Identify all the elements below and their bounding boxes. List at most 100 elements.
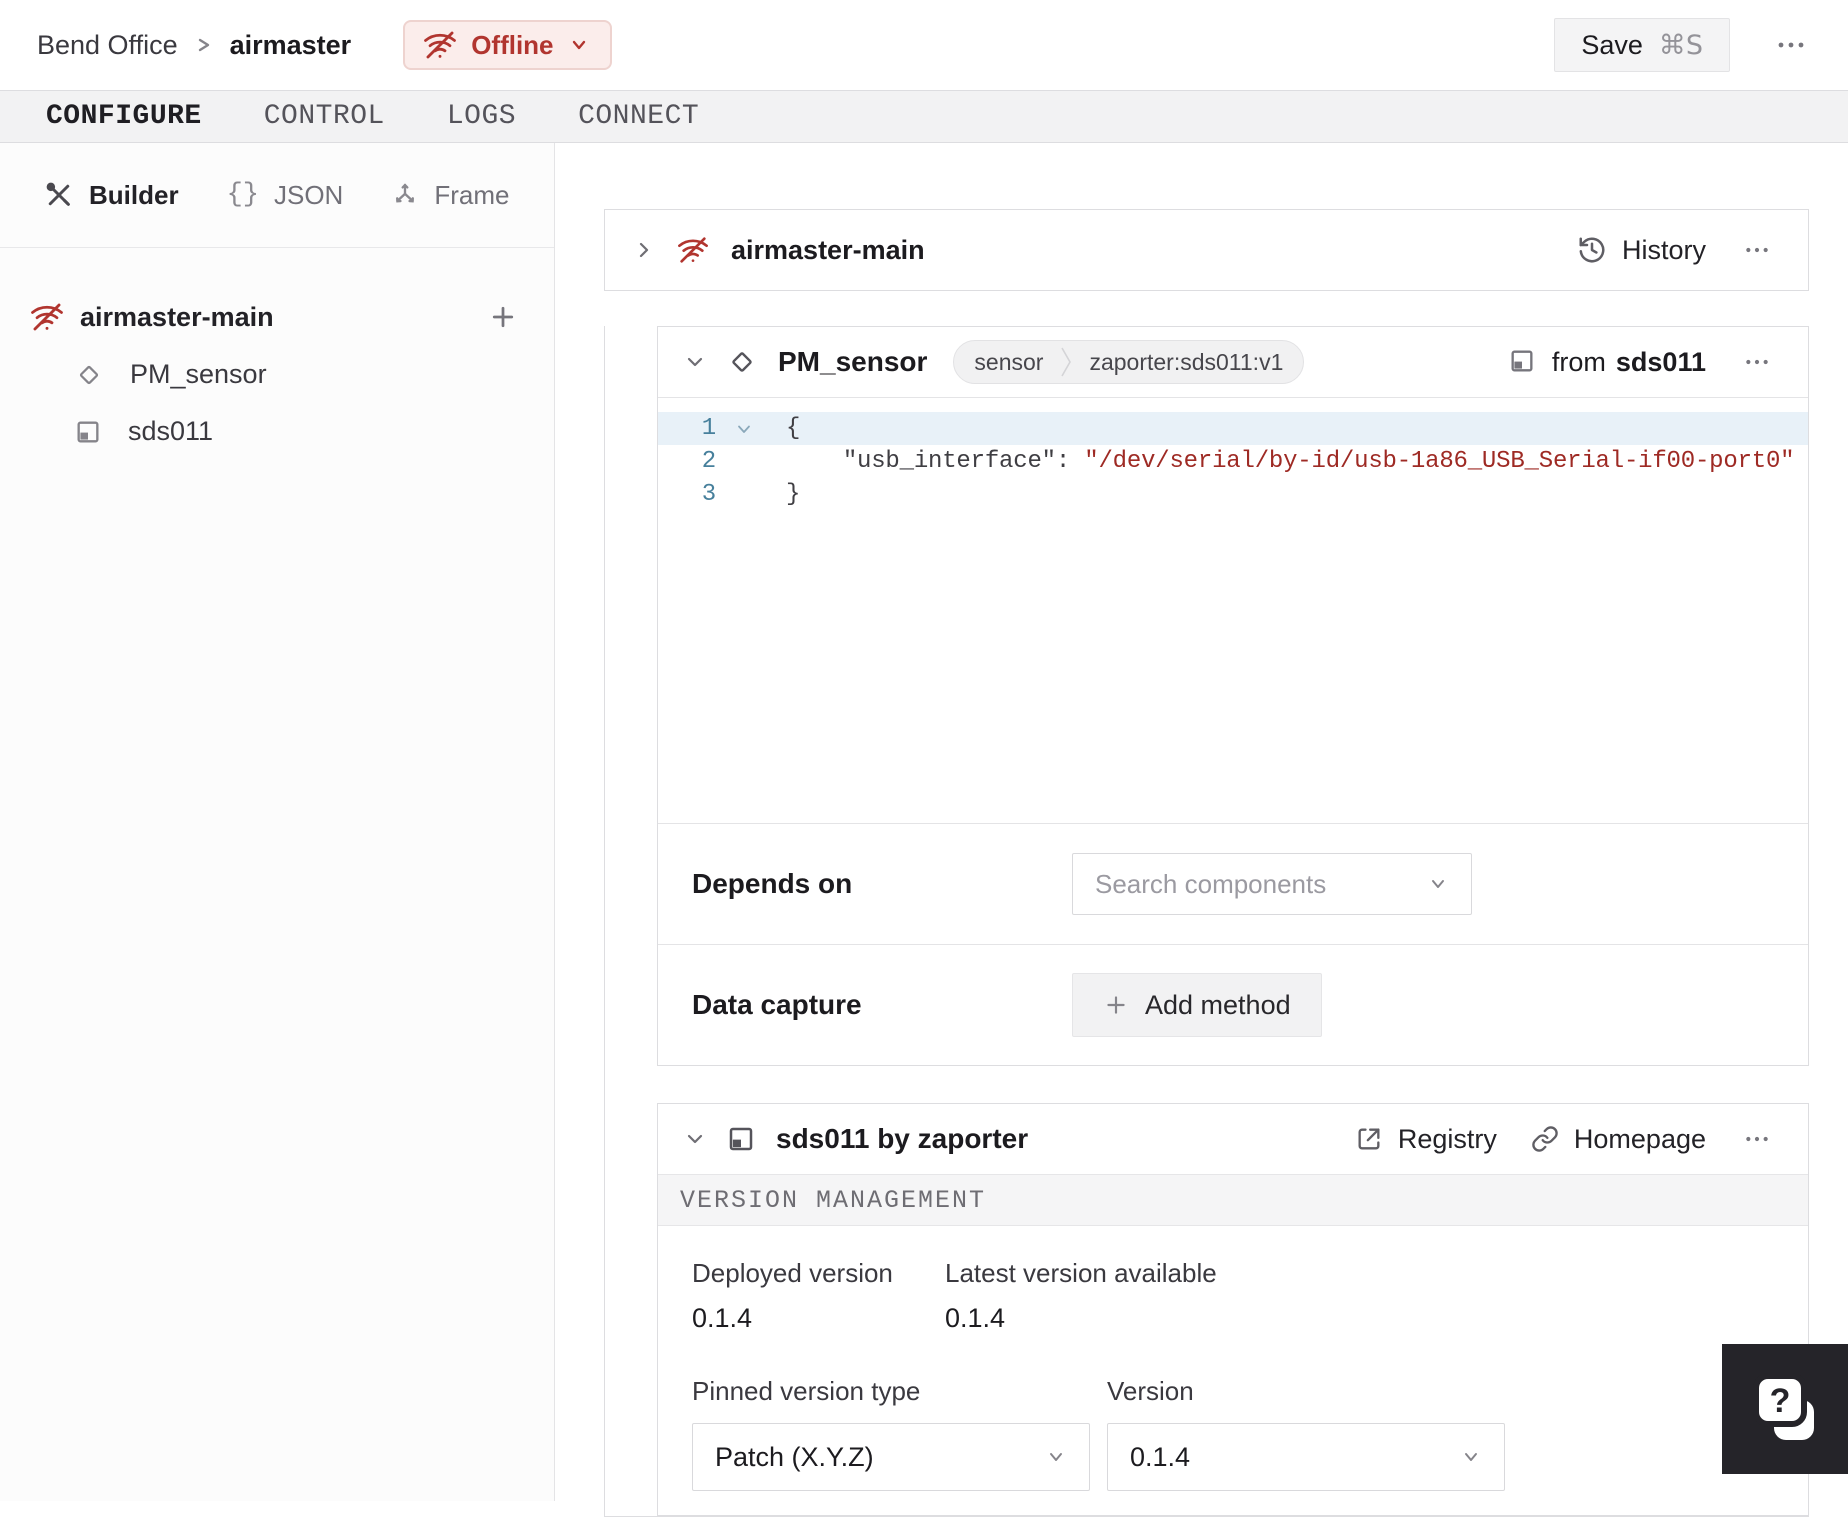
breadcrumb: Bend Office airmaster bbox=[37, 30, 351, 61]
plus-icon bbox=[1107, 996, 1125, 1014]
chevron-down-icon bbox=[1050, 1453, 1062, 1461]
view-tab-label: Builder bbox=[89, 179, 179, 210]
config-view-tabs: Builder {} JSON Frame bbox=[0, 143, 554, 248]
homepage-label: Homepage bbox=[1573, 1123, 1706, 1154]
json-string-value: "/dev/serial/by-id/usb-1a86_USB_Serial-i… bbox=[1084, 448, 1795, 475]
pinned-version-type-select[interactable]: Patch (X.Y.Z) bbox=[692, 1423, 1090, 1491]
chevron-down-icon bbox=[1465, 1453, 1477, 1461]
module-icon bbox=[77, 421, 99, 442]
latest-version-value: 0.1.4 bbox=[945, 1303, 1006, 1333]
badge-divider-icon bbox=[1061, 347, 1072, 377]
version-select[interactable]: 0.1.4 bbox=[1107, 1423, 1505, 1491]
tree-item-label: sds011 bbox=[128, 416, 214, 446]
part-children-group: PM_sensor sensor zaporter:sds011:v1 from… bbox=[604, 326, 1809, 1517]
deployed-version-label: Deployed version bbox=[692, 1258, 893, 1288]
attributes-json-editor[interactable]: 1 { 2 "usb_interface": "/dev/serial/by-i… bbox=[658, 397, 1808, 823]
frame-axes-icon bbox=[396, 183, 415, 203]
line-number: 1 bbox=[701, 415, 716, 442]
header-actions: Save ⌘S bbox=[1554, 18, 1810, 72]
from-prefix: from bbox=[1551, 346, 1606, 377]
code-line: 1 { bbox=[658, 412, 1808, 445]
machine-card-menu-button[interactable] bbox=[1740, 240, 1774, 260]
data-capture-section: Data capture Add method bbox=[658, 944, 1808, 1065]
tree-item-airmaster-main[interactable]: airmaster-main bbox=[0, 288, 554, 346]
machine-part-title: airmaster-main bbox=[731, 234, 925, 265]
header-overflow-menu-button[interactable] bbox=[1772, 35, 1810, 55]
collapse-module-button[interactable] bbox=[684, 1128, 706, 1150]
module-icon bbox=[1511, 350, 1533, 371]
latest-version-label: Latest version available bbox=[945, 1258, 1217, 1288]
registry-link[interactable]: Registry bbox=[1355, 1124, 1497, 1155]
chevron-down-icon bbox=[687, 1134, 703, 1144]
pinned-version-type-value: Patch (X.Y.Z) bbox=[715, 1441, 874, 1472]
view-tab-label: JSON bbox=[273, 179, 344, 210]
breadcrumb-machine: airmaster bbox=[229, 29, 352, 60]
external-link-icon bbox=[1358, 1128, 1380, 1150]
component-card-menu-button[interactable] bbox=[1740, 352, 1774, 372]
tab-logs[interactable]: LOGS bbox=[447, 101, 516, 132]
module-card-menu-button[interactable] bbox=[1740, 1129, 1774, 1149]
depends-on-placeholder: Search components bbox=[1095, 868, 1327, 899]
chevron-down-icon bbox=[1432, 880, 1444, 888]
tab-configure[interactable]: CONFIGURE bbox=[46, 101, 202, 132]
tools-icon bbox=[46, 182, 70, 206]
wifi-off-icon bbox=[678, 237, 708, 263]
save-button[interactable]: Save ⌘S bbox=[1554, 18, 1730, 72]
component-card-header: PM_sensor sensor zaporter:sds011:v1 from… bbox=[658, 327, 1808, 397]
component-diamond-icon bbox=[732, 352, 752, 372]
code-text: { bbox=[786, 415, 801, 442]
tab-connect[interactable]: CONNECT bbox=[578, 101, 699, 132]
history-label: History bbox=[1621, 234, 1706, 265]
machine-status-offline-button[interactable]: Offline bbox=[403, 20, 612, 70]
code-line: 3 } bbox=[658, 478, 1808, 511]
collapse-component-button[interactable] bbox=[684, 351, 706, 373]
history-icon bbox=[1579, 237, 1605, 263]
code-line: 2 "usb_interface": "/dev/serial/by-id/us… bbox=[658, 445, 1808, 478]
depends-on-select[interactable]: Search components bbox=[1072, 853, 1472, 915]
tab-builder[interactable]: Builder bbox=[44, 180, 179, 211]
depends-on-section: Depends on Search components bbox=[658, 823, 1808, 944]
add-component-button[interactable] bbox=[488, 302, 518, 332]
history-button[interactable]: History bbox=[1577, 235, 1706, 266]
component-title: PM_sensor bbox=[778, 346, 928, 377]
ellipsis-icon bbox=[1746, 1136, 1768, 1142]
version-management-body: Deployed version 0.1.4 Latest version av… bbox=[658, 1226, 1808, 1515]
chevron-down-icon bbox=[687, 357, 703, 367]
tree-root-label: airmaster-main bbox=[80, 301, 274, 332]
tree-item-label: PM_sensor bbox=[130, 359, 267, 389]
plus-icon bbox=[492, 306, 514, 328]
view-tab-label: Frame bbox=[434, 179, 510, 210]
breadcrumb-location[interactable]: Bend Office bbox=[37, 30, 178, 61]
component-type-model-badge: sensor zaporter:sds011:v1 bbox=[953, 340, 1305, 384]
tab-frame[interactable]: Frame bbox=[391, 180, 509, 211]
wifi-off-icon bbox=[424, 31, 457, 59]
save-label: Save bbox=[1581, 29, 1643, 60]
module-title: sds011 by zaporter bbox=[776, 1123, 1029, 1154]
from-module-ref: from sds011 bbox=[1508, 347, 1706, 378]
component-card-pm-sensor: PM_sensor sensor zaporter:sds011:v1 from… bbox=[657, 326, 1809, 1066]
module-card-header: sds011 by zaporter Registry Homepage bbox=[658, 1104, 1808, 1174]
tab-control[interactable]: CONTROL bbox=[264, 101, 385, 132]
wifi-off-icon bbox=[31, 303, 63, 331]
from-module-name: sds011 bbox=[1615, 346, 1706, 377]
registry-label: Registry bbox=[1397, 1123, 1497, 1154]
code-text: "usb_interface": "/dev/serial/by-id/usb-… bbox=[842, 448, 1795, 475]
help-question-bubble-icon: ? bbox=[1753, 1373, 1814, 1440]
module-icon bbox=[729, 1127, 753, 1151]
tree-item-sds011[interactable]: sds011 bbox=[0, 403, 554, 460]
help-button[interactable]: ? bbox=[1722, 1344, 1848, 1474]
expand-machine-card-button[interactable] bbox=[633, 239, 655, 261]
component-type-badge: sensor bbox=[974, 348, 1044, 375]
data-capture-label: Data capture bbox=[692, 989, 862, 1020]
fold-chevron-icon[interactable] bbox=[736, 421, 752, 437]
version-value: 0.1.4 bbox=[1130, 1441, 1191, 1472]
module-card-sds011: sds011 by zaporter Registry Homepage VER… bbox=[657, 1103, 1809, 1516]
homepage-link[interactable]: Homepage bbox=[1531, 1124, 1706, 1155]
tab-json[interactable]: {} JSON bbox=[227, 180, 344, 211]
tree-item-pm-sensor[interactable]: PM_sensor bbox=[0, 346, 554, 403]
add-method-button[interactable]: Add method bbox=[1072, 973, 1322, 1037]
code-text: } bbox=[786, 481, 801, 508]
machine-part-tree: airmaster-main PM_sensor sds011 bbox=[0, 248, 554, 460]
deployed-version-value: 0.1.4 bbox=[692, 1303, 753, 1333]
line-number: 3 bbox=[701, 481, 716, 508]
